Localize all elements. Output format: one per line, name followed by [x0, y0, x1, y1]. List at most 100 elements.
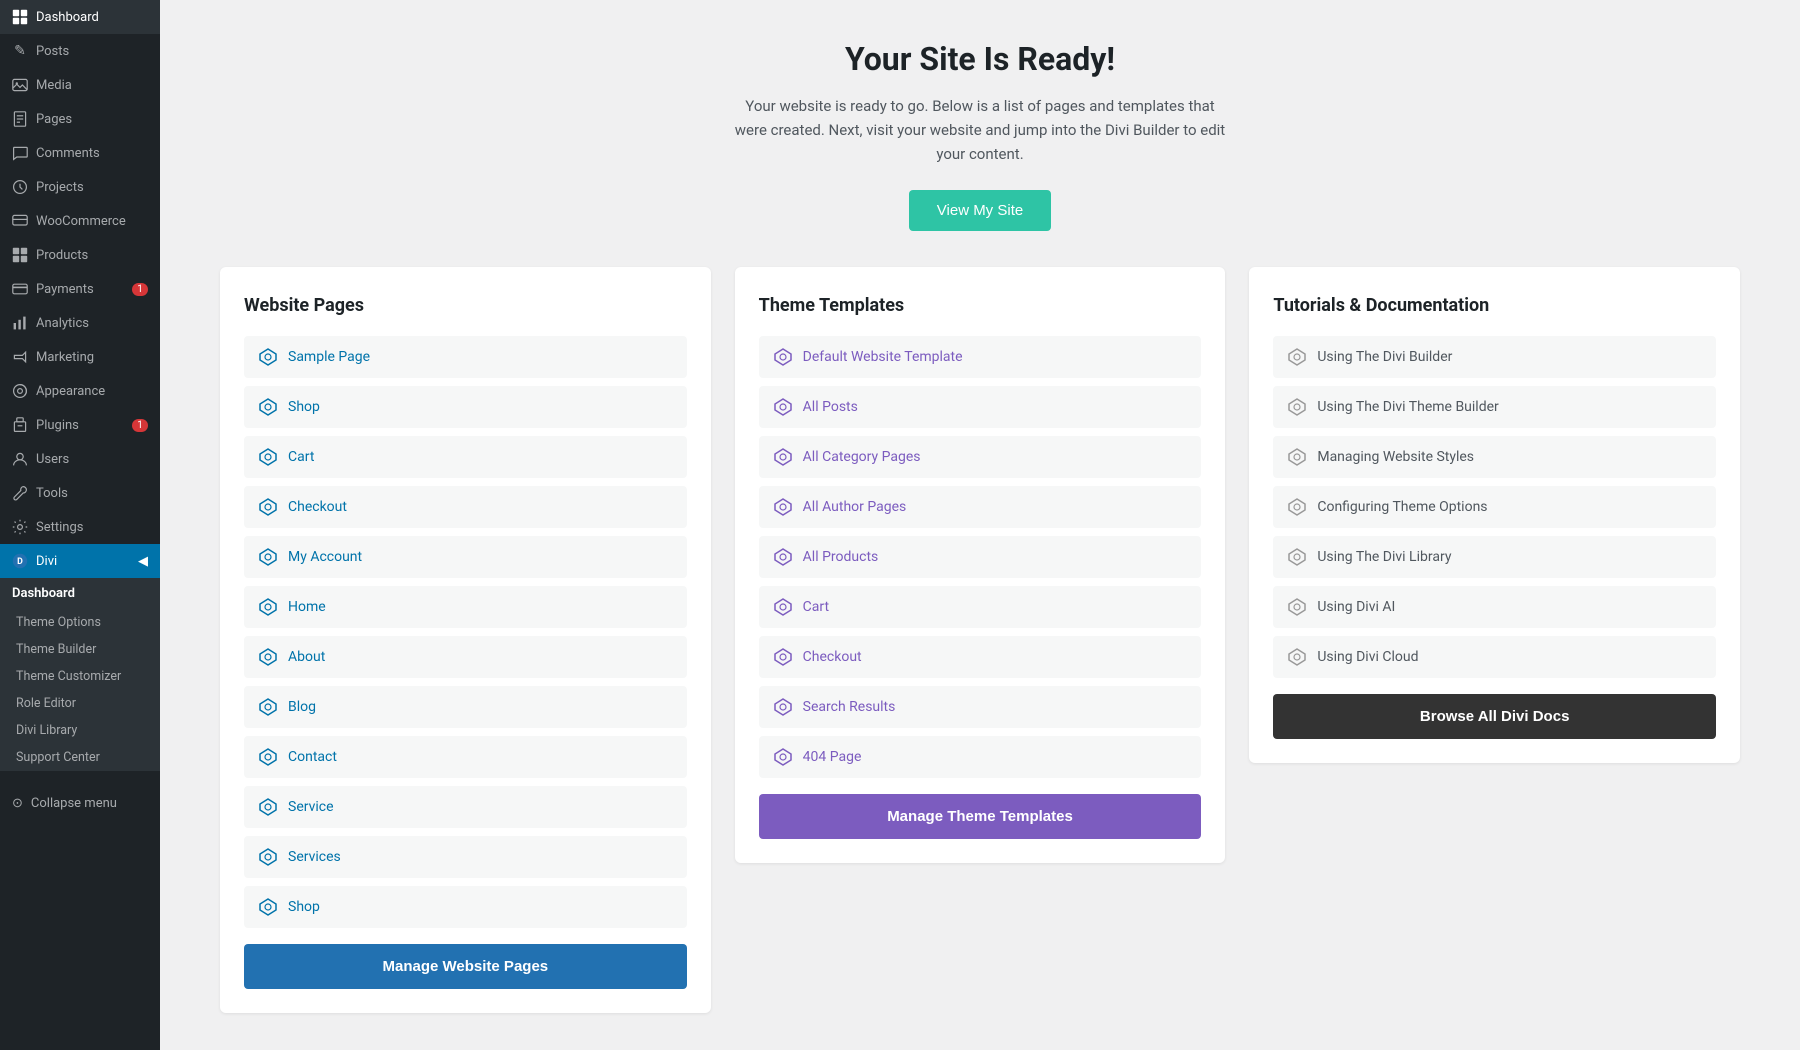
sidebar-item-divi[interactable]: D Divi ◀ [0, 544, 160, 578]
page-link-sample-page[interactable]: Sample Page [244, 336, 687, 378]
sidebar-item-marketing[interactable]: Marketing [0, 340, 160, 374]
posts-icon: ✎ [12, 43, 28, 59]
website-pages-title: Website Pages [244, 295, 687, 316]
comments-icon [12, 145, 28, 161]
sidebar-item-payments[interactable]: Payments 1 [0, 272, 160, 306]
theme-templates-title: Theme Templates [759, 295, 1202, 316]
sidebar-item-products-label: Products [36, 248, 88, 263]
sidebar-item-pages-label: Pages [36, 112, 72, 127]
template-link-all-products[interactable]: All Products [759, 536, 1202, 578]
page-link-blog[interactable]: Blog [244, 686, 687, 728]
page-header: Your Site Is Ready! Your website is read… [220, 40, 1740, 231]
submenu-item-theme-customizer[interactable]: Theme Customizer [0, 663, 160, 690]
page-link-shop2[interactable]: Shop [244, 886, 687, 928]
collapse-icon: ⊙ [12, 796, 23, 811]
template-link-cart[interactable]: Cart [759, 586, 1202, 628]
analytics-icon [12, 315, 28, 331]
template-link-all-posts[interactable]: All Posts [759, 386, 1202, 428]
sidebar-item-appearance-label: Appearance [36, 384, 105, 399]
plugins-badge: 1 [132, 419, 148, 432]
sidebar-item-plugins-label: Plugins [36, 418, 79, 433]
website-pages-card: Website Pages Sample Page Shop Cart Chec… [220, 267, 711, 1013]
view-site-button[interactable]: View My Site [909, 190, 1051, 231]
pages-icon [12, 111, 28, 127]
collapse-label: Collapse menu [31, 796, 117, 811]
plugins-icon [12, 417, 28, 433]
sidebar-item-settings[interactable]: Settings [0, 510, 160, 544]
sidebar-item-payments-label: Payments [36, 282, 94, 297]
sidebar-item-plugins[interactable]: Plugins 1 [0, 408, 160, 442]
tutorial-item-theme-builder: Using The Divi Theme Builder [1273, 386, 1716, 428]
manage-website-pages-button[interactable]: Manage Website Pages [244, 944, 687, 989]
sidebar-item-products[interactable]: Products [0, 238, 160, 272]
page-link-about[interactable]: About [244, 636, 687, 678]
sidebar-item-projects-label: Projects [36, 180, 84, 195]
sidebar-item-tools[interactable]: Tools [0, 476, 160, 510]
page-title: Your Site Is Ready! [220, 40, 1740, 78]
payments-icon [12, 281, 28, 297]
sidebar-item-users[interactable]: Users [0, 442, 160, 476]
submenu-item-theme-options[interactable]: Theme Options [0, 609, 160, 636]
collapse-menu-button[interactable]: ⊙ Collapse menu [0, 787, 160, 820]
tools-icon [12, 485, 28, 501]
sidebar-item-tools-label: Tools [36, 486, 68, 501]
payments-badge: 1 [132, 283, 148, 296]
browse-divi-docs-button[interactable]: Browse All Divi Docs [1273, 694, 1716, 739]
media-icon [12, 77, 28, 93]
page-link-my-account[interactable]: My Account [244, 536, 687, 578]
tutorial-item-website-styles: Managing Website Styles [1273, 436, 1716, 478]
submenu-item-role-editor[interactable]: Role Editor [0, 690, 160, 717]
template-link-search-results[interactable]: Search Results [759, 686, 1202, 728]
page-link-cart[interactable]: Cart [244, 436, 687, 478]
sidebar-item-posts-label: Posts [36, 44, 69, 59]
divi-chevron-icon: ◀ [138, 554, 148, 569]
svg-text:D: D [17, 557, 23, 567]
sidebar-item-dashboard[interactable]: Dashboard [0, 0, 160, 34]
dashboard-icon [12, 9, 28, 25]
sidebar-item-comments[interactable]: Comments [0, 136, 160, 170]
tutorials-card: Tutorials & Documentation Using The Divi… [1249, 267, 1740, 763]
sidebar-item-pages[interactable]: Pages [0, 102, 160, 136]
sidebar-item-woocommerce-label: WooCommerce [36, 214, 126, 229]
sidebar-item-posts[interactable]: ✎ Posts [0, 34, 160, 68]
sidebar-item-media[interactable]: Media [0, 68, 160, 102]
divi-icon: D [12, 553, 28, 569]
sidebar-item-analytics[interactable]: Analytics [0, 306, 160, 340]
template-link-category-pages[interactable]: All Category Pages [759, 436, 1202, 478]
sidebar-item-analytics-label: Analytics [36, 316, 89, 331]
sidebar-item-settings-label: Settings [36, 520, 83, 535]
cards-row: Website Pages Sample Page Shop Cart Chec… [220, 267, 1740, 1013]
submenu-item-theme-builder[interactable]: Theme Builder [0, 636, 160, 663]
sidebar-item-marketing-label: Marketing [36, 350, 94, 365]
sidebar-item-projects[interactable]: Projects [0, 170, 160, 204]
sidebar: Dashboard ✎ Posts Media Pages Comments P… [0, 0, 160, 1050]
page-link-home[interactable]: Home [244, 586, 687, 628]
tutorial-item-divi-cloud: Using Divi Cloud [1273, 636, 1716, 678]
sidebar-item-divi-label: Divi [36, 554, 57, 569]
submenu-item-support-center[interactable]: Support Center [0, 744, 160, 771]
page-subtitle: Your website is ready to go. Below is a … [730, 94, 1230, 166]
sidebar-item-appearance[interactable]: Appearance [0, 374, 160, 408]
template-link-author-pages[interactable]: All Author Pages [759, 486, 1202, 528]
page-link-shop[interactable]: Shop [244, 386, 687, 428]
submenu-item-divi-library[interactable]: Divi Library [0, 717, 160, 744]
sidebar-item-media-label: Media [36, 78, 72, 93]
manage-theme-templates-button[interactable]: Manage Theme Templates [759, 794, 1202, 839]
page-link-contact[interactable]: Contact [244, 736, 687, 778]
template-link-404[interactable]: 404 Page [759, 736, 1202, 778]
tutorial-item-divi-builder: Using The Divi Builder [1273, 336, 1716, 378]
sidebar-item-users-label: Users [36, 452, 69, 467]
divi-submenu: Dashboard Theme Options Theme Builder Th… [0, 578, 160, 771]
submenu-header: Dashboard [0, 578, 160, 609]
products-icon [12, 247, 28, 263]
template-link-default[interactable]: Default Website Template [759, 336, 1202, 378]
tutorial-item-divi-ai: Using Divi AI [1273, 586, 1716, 628]
page-link-checkout[interactable]: Checkout [244, 486, 687, 528]
sidebar-item-woocommerce[interactable]: WooCommerce [0, 204, 160, 238]
settings-icon [12, 519, 28, 535]
template-link-checkout[interactable]: Checkout [759, 636, 1202, 678]
theme-templates-card: Theme Templates Default Website Template… [735, 267, 1226, 863]
page-link-service[interactable]: Service [244, 786, 687, 828]
projects-icon [12, 179, 28, 195]
page-link-services[interactable]: Services [244, 836, 687, 878]
